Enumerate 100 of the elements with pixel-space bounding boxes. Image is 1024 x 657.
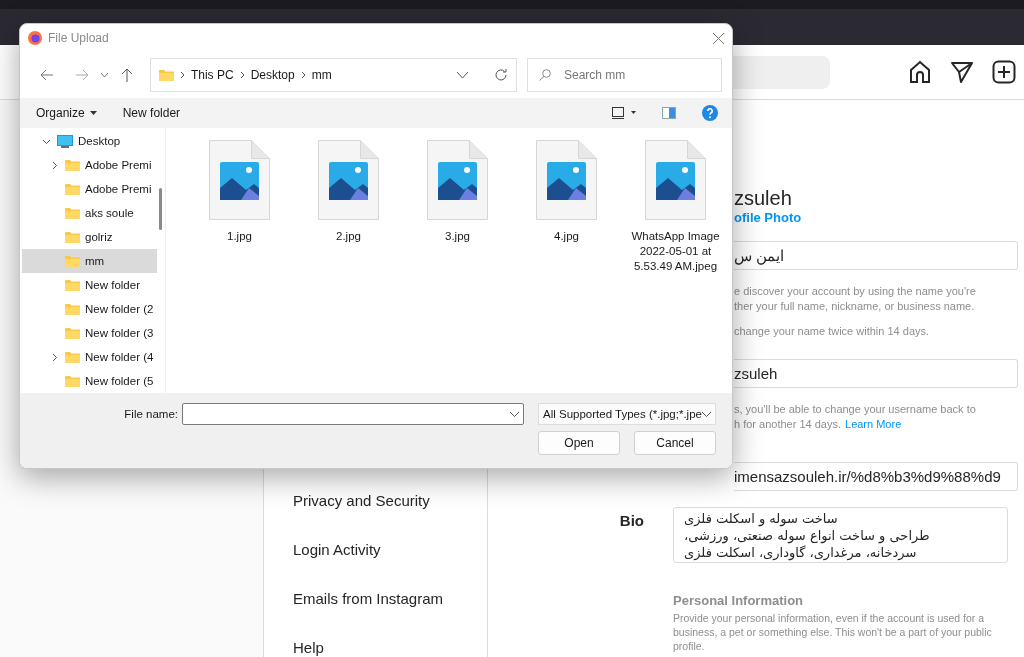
chevron-icon[interactable] <box>50 352 59 362</box>
folder-label: New folder (2 <box>85 303 154 315</box>
chevron-icon[interactable] <box>179 71 185 79</box>
folder-tree-item[interactable]: New folder <box>22 273 157 297</box>
help-text: s, you'll be able to change your username back to <box>734 402 977 417</box>
chevron-icon[interactable] <box>50 160 59 170</box>
caret-icon[interactable] <box>101 72 109 78</box>
folder-tree-item[interactable]: Adobe Premi <box>22 177 157 201</box>
file-item[interactable]: WhatsApp Image 2022-05-01 at 5.53.49 AM.jpeg <box>621 140 730 274</box>
search-field[interactable]: Search mm <box>527 58 722 92</box>
folder-icon <box>65 303 80 315</box>
file-type-select[interactable]: All Supported Types (*.jpg;*.jpe <box>538 403 716 425</box>
folder-icon <box>65 231 80 243</box>
name-field[interactable]: ایمن س <box>734 241 1018 270</box>
back-arrow-icon[interactable] <box>39 69 54 81</box>
folder-tree-item[interactable]: golriz <box>22 225 157 249</box>
image-file-icon <box>427 140 488 220</box>
organize-button[interactable]: Organize <box>36 106 97 120</box>
folder-tree-item[interactable]: New folder (3 <box>22 321 157 345</box>
search-icon <box>539 69 551 81</box>
folder-tree-item[interactable]: New folder (4 <box>22 345 157 369</box>
refresh-icon[interactable] <box>494 68 508 82</box>
image-file-icon <box>645 140 706 220</box>
scrollbar-thumb[interactable] <box>159 188 162 230</box>
breadcrumb-item[interactable]: This PC <box>190 68 234 82</box>
help-text: h for another 14 days. <box>734 417 841 432</box>
address-bar[interactable]: This PC Desktop mm <box>149 58 517 92</box>
new-folder-button[interactable]: New folder <box>122 106 181 120</box>
folder-tree-item[interactable]: New folder (5 <box>22 369 157 393</box>
folder-icon <box>65 183 80 195</box>
folder-label: New folder (5 <box>85 375 154 387</box>
cancel-button[interactable]: Cancel <box>634 431 716 455</box>
chevron-icon[interactable] <box>239 71 245 79</box>
folder-tree-item[interactable]: Adobe Premi <box>22 153 157 177</box>
file-name: 2.jpg <box>335 229 362 244</box>
folder-label: New folder <box>85 279 140 291</box>
bio-label: Bio <box>618 511 645 531</box>
section-title: Personal Information <box>673 593 805 608</box>
settings-nav-item[interactable]: Help <box>293 637 487 657</box>
home-icon[interactable] <box>908 60 932 84</box>
folder-tree-item[interactable]: mm <box>22 249 157 273</box>
preview-pane-icon[interactable] <box>662 107 676 119</box>
folder-icon <box>65 207 80 219</box>
image-file-icon <box>209 140 270 220</box>
bio-field[interactable]: ساخت سوله و اسکلت فلزی طراحی و ساخت انواع سوله صنعتی، ورزشی، سردخانه، مرغداری، گاوداری، اسکلت فلزی <box>673 507 1008 563</box>
folder-label: mm <box>85 255 105 267</box>
help-icon[interactable] <box>702 105 718 121</box>
folder-tree-item[interactable]: aks soule <box>22 201 157 225</box>
folder-icon <box>65 279 80 291</box>
folder-icon <box>65 375 80 387</box>
help-text: ther your full name, nickname, or business name. <box>734 299 976 314</box>
up-arrow-icon[interactable] <box>121 68 134 82</box>
file-name: 1.jpg <box>226 229 253 244</box>
section-description: Provide your personal information, even if the account is used for a business, a pet or something else. This won't be a part of your public profile. <box>673 611 993 653</box>
send-icon[interactable] <box>950 60 974 84</box>
caret-icon <box>702 411 711 417</box>
close-icon[interactable] <box>713 32 724 44</box>
file-name: 4.jpg <box>553 229 580 244</box>
file-name: 3.jpg <box>444 229 471 244</box>
breadcrumb-item[interactable]: Desktop <box>250 68 295 82</box>
file-name-label: File name: <box>124 408 178 420</box>
browser-logo-icon <box>28 31 42 45</box>
chevron-icon[interactable] <box>300 71 306 79</box>
folder-icon <box>65 159 80 171</box>
settings-nav-item[interactable]: Privacy and Security <box>293 490 487 511</box>
image-file-icon <box>318 140 379 220</box>
username-field[interactable]: zsuleh <box>734 359 1018 388</box>
username-heading: zsuleh <box>734 186 793 210</box>
folder-icon <box>65 351 80 363</box>
file-item[interactable]: 2.jpg <box>294 140 403 244</box>
folder-label: Adobe Premi <box>85 159 152 171</box>
caret-icon <box>89 111 97 115</box>
folder-icon <box>65 255 80 267</box>
help-text: change your name twice within 14 days. <box>734 324 931 339</box>
website-field[interactable]: imensazsouleh.ir/%d8%b3%d9%88%d9 <box>734 462 1018 491</box>
caret-icon[interactable] <box>457 71 468 79</box>
folder-label: Adobe Premi <box>85 183 152 195</box>
image-file-icon <box>536 140 597 220</box>
folder-label: Desktop <box>78 135 121 147</box>
add-icon[interactable] <box>992 60 1016 84</box>
folder-tree-item[interactable]: Desktop <box>22 129 157 153</box>
folder-label: golriz <box>85 231 113 243</box>
breadcrumb-item[interactable]: mm <box>311 68 332 82</box>
file-item[interactable]: 3.jpg <box>403 140 512 244</box>
monitor-icon <box>57 134 73 148</box>
folder-icon <box>65 327 80 339</box>
folder-label: aks soule <box>85 207 134 219</box>
folder-tree-item[interactable]: New folder (2 <box>22 297 157 321</box>
settings-nav-item[interactable]: Emails from Instagram <box>293 588 487 609</box>
caret-icon[interactable] <box>510 411 519 417</box>
help-text: e discover your account by using the name you're <box>734 284 977 299</box>
folder-label: New folder (4 <box>85 351 154 363</box>
file-item[interactable]: 1.jpg <box>185 140 294 244</box>
folder-icon <box>158 69 174 81</box>
settings-nav-item[interactable]: Login Activity <box>293 539 487 560</box>
file-item[interactable]: 4.jpg <box>512 140 621 244</box>
file-name-field[interactable] <box>182 403 524 425</box>
view-icon[interactable] <box>612 107 636 119</box>
open-button[interactable]: Open <box>538 431 620 455</box>
dialog-title: File Upload <box>48 31 110 45</box>
